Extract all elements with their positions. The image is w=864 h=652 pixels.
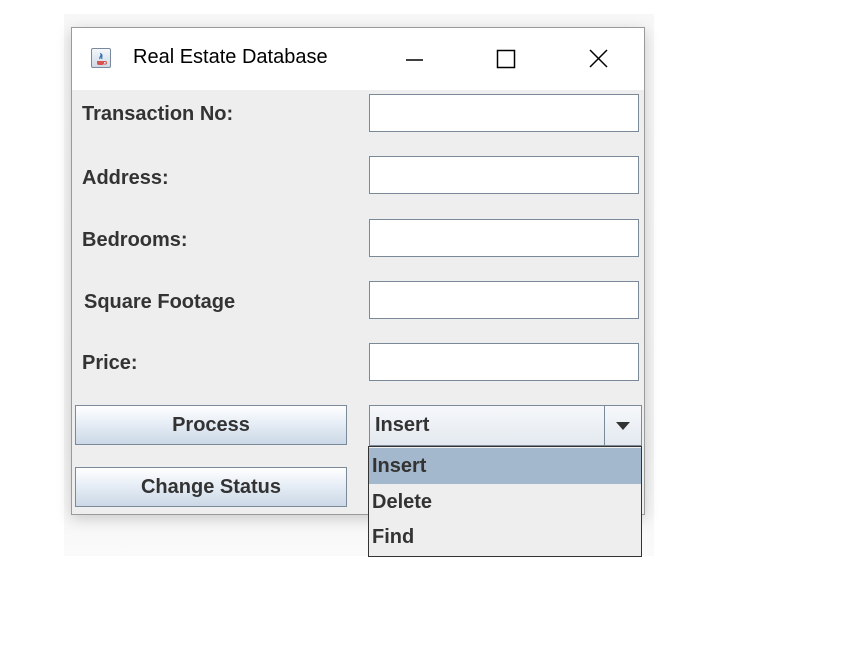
operation-dropdown-list: Insert Delete Find [368, 446, 642, 557]
java-cup-icon [91, 48, 111, 68]
process-button[interactable]: Process [75, 405, 347, 445]
bedrooms-label: Bedrooms: [82, 229, 188, 251]
transaction-no-field[interactable] [369, 94, 639, 132]
option-insert[interactable]: Insert [369, 448, 641, 484]
maximize-icon[interactable] [460, 28, 552, 90]
address-field[interactable] [369, 156, 639, 194]
price-label: Price: [82, 352, 138, 374]
bedrooms-field[interactable] [369, 219, 639, 257]
square-footage-field[interactable] [369, 281, 639, 319]
title-bar[interactable]: Real Estate Database [72, 28, 644, 90]
change-status-button[interactable]: Change Status [75, 467, 347, 507]
close-icon[interactable] [552, 28, 644, 90]
operation-selected-value: Insert [375, 414, 430, 436]
option-delete[interactable]: Delete [369, 484, 641, 520]
square-footage-label: Square Footage [84, 291, 236, 313]
window-title: Real Estate Database [133, 46, 328, 68]
real-estate-window: Real Estate Database Transaction No: Add… [71, 27, 645, 515]
combo-arrow-button[interactable] [604, 406, 641, 445]
operation-combobox[interactable]: Insert [369, 405, 642, 446]
address-label: Address: [82, 167, 169, 189]
chevron-down-icon [616, 422, 630, 430]
minimize-icon[interactable] [368, 28, 460, 90]
transaction-no-label: Transaction No: [82, 103, 234, 125]
desktop: Real Estate Database Transaction No: Add… [0, 0, 864, 652]
price-field[interactable] [369, 343, 639, 381]
option-find[interactable]: Find [369, 519, 641, 555]
